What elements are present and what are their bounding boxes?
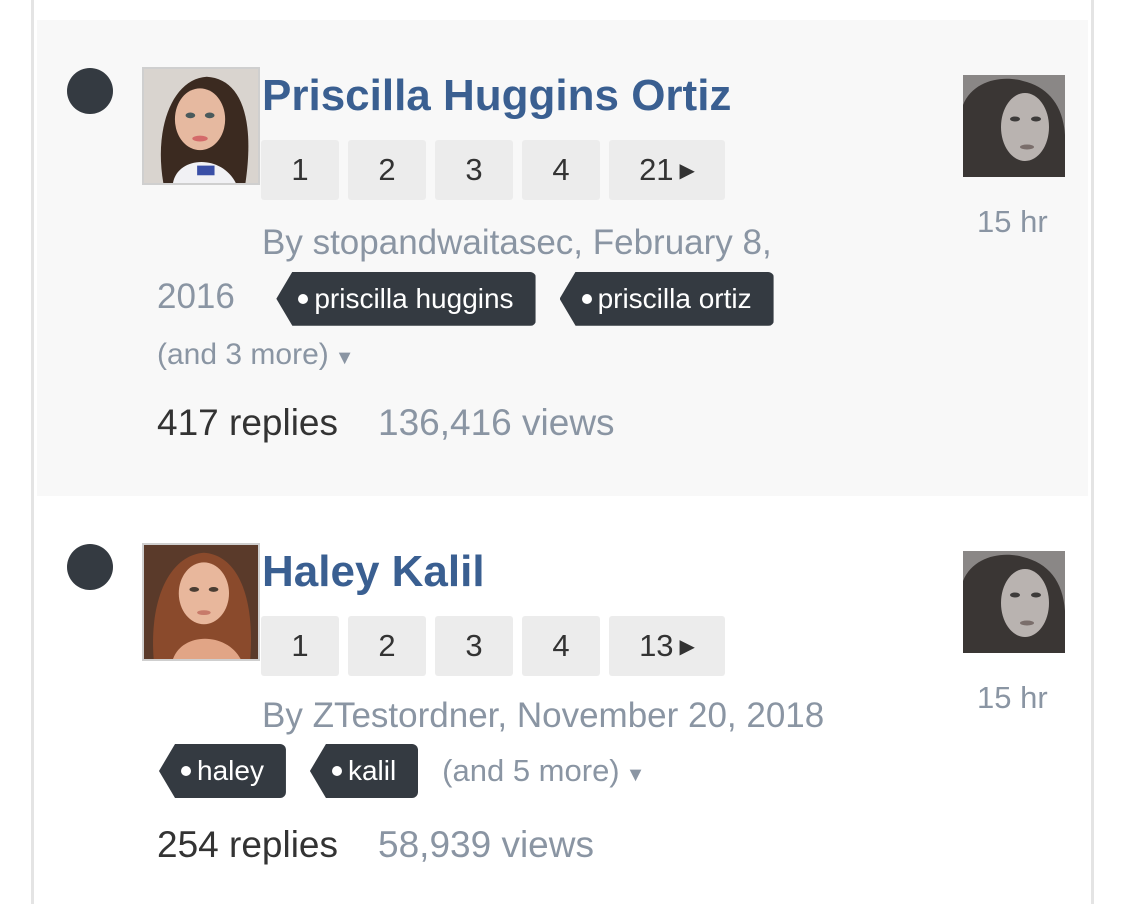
- topic-title[interactable]: Priscilla Huggins Ortiz: [262, 70, 731, 122]
- last-poster-avatar[interactable]: [963, 75, 1065, 177]
- tag-label: haley: [197, 755, 264, 786]
- caret-down-icon: ▼: [625, 764, 646, 786]
- page-link[interactable]: 2: [348, 616, 426, 676]
- byline: By stopandwaitasec, February 8,: [262, 223, 772, 262]
- last-post-time[interactable]: 15 hr: [977, 680, 1048, 716]
- last-post-time[interactable]: 15 hr: [977, 204, 1048, 240]
- tag-label: priscilla huggins: [314, 282, 514, 314]
- last-poster-avatar[interactable]: [963, 551, 1065, 653]
- pagination: 1 2 3 4 13 ▶: [261, 616, 725, 676]
- topic-title[interactable]: Haley Kalil: [262, 546, 485, 598]
- tag-list: haley kalil (and 5 more) ▼: [159, 744, 645, 798]
- tag[interactable]: priscilla ortiz: [559, 271, 774, 326]
- triangle-right-icon: ▶: [679, 159, 695, 182]
- views-count: 58,939 views: [378, 824, 594, 865]
- author-avatar[interactable]: [142, 543, 260, 661]
- topic-stats: 254 replies 58,939 views: [157, 824, 594, 866]
- caret-down-icon: ▼: [334, 346, 355, 369]
- page-number: 21: [639, 152, 674, 187]
- page-link[interactable]: 2: [348, 140, 426, 200]
- replies-count: 254 replies: [157, 824, 339, 865]
- page-link[interactable]: 3: [435, 616, 513, 676]
- tag[interactable]: priscilla huggins: [276, 271, 536, 326]
- byline: By ZTestordner, November 20, 2018: [262, 696, 825, 735]
- more-tags-link[interactable]: (and 5 more) ▼: [442, 753, 645, 789]
- views-count: 136,416 views: [378, 402, 615, 443]
- topic-stats: 417 replies 136,416 views: [157, 402, 615, 444]
- tag[interactable]: haley: [159, 744, 286, 798]
- byline-year: 2016: [157, 277, 235, 316]
- page-link[interactable]: 3: [435, 140, 513, 200]
- topic-row: Haley Kalil 1 2 3 4 13 ▶ By ZTestordner, …: [37, 496, 1088, 904]
- replies-count: 417 replies: [157, 402, 339, 443]
- pagination: 1 2 3 4 21 ▶: [261, 140, 725, 200]
- last-page-link[interactable]: 13 ▶: [609, 616, 725, 676]
- triangle-right-icon: ▶: [679, 635, 695, 658]
- tag-label: kalil: [347, 755, 397, 786]
- page-link[interactable]: 4: [522, 616, 600, 676]
- topic-row: Priscilla Huggins Ortiz 1 2 3 4 21 ▶ By s…: [37, 20, 1088, 496]
- page-link[interactable]: 1: [261, 616, 339, 676]
- tag-label: priscilla ortiz: [597, 282, 752, 314]
- topic-list: Priscilla Huggins Ortiz 1 2 3 4 21 ▶ By s…: [31, 0, 1094, 904]
- page-link[interactable]: 1: [261, 140, 339, 200]
- more-tags-link[interactable]: (and 3 more) ▼: [157, 338, 355, 371]
- page-link[interactable]: 4: [522, 140, 600, 200]
- more-tags-label: (and 5 more): [442, 753, 620, 788]
- more-tags-label: (and 3 more): [157, 337, 329, 371]
- last-page-link[interactable]: 21 ▶: [609, 140, 725, 200]
- unread-dot-icon[interactable]: [67, 544, 113, 590]
- page-number: 13: [639, 628, 674, 663]
- topic-meta: By stopandwaitasec, February 8, 2016 pri…: [157, 216, 857, 385]
- author-avatar[interactable]: [142, 67, 260, 185]
- unread-dot-icon[interactable]: [67, 68, 113, 114]
- tag[interactable]: kalil: [309, 744, 419, 798]
